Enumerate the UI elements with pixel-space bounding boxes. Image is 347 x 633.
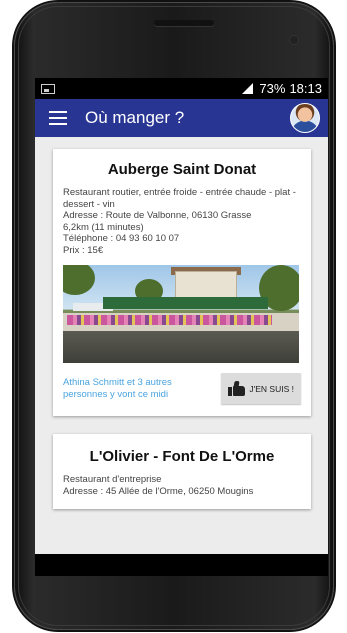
app-bar: Où manger ? <box>35 99 328 137</box>
clock: 18:13 <box>289 81 322 96</box>
restaurant-photo <box>63 265 299 363</box>
battery-level: 73% <box>259 81 286 96</box>
restaurant-description: Restaurant routier, entrée froide - entr… <box>63 187 296 210</box>
user-avatar[interactable] <box>290 103 320 133</box>
join-button-label: J'EN SUIS ! <box>249 383 294 394</box>
participants-link[interactable]: Athina Schmitt et 3 autres personnes y v… <box>63 377 201 401</box>
phone-screen: 73% 18:13 Où manger ? Auberge Saint Dona… <box>35 78 328 554</box>
restaurant-distance: 6,2km (11 minutes) <box>63 221 144 233</box>
status-bar: 73% 18:13 <box>35 78 328 99</box>
restaurant-phone: Téléphone : 04 93 60 10 07 <box>63 233 180 244</box>
navigation-bar <box>35 554 328 576</box>
app-title: Où manger ? <box>85 108 185 127</box>
restaurant-address: Adresse : 45 Allée de l'Orme, 06250 Moug… <box>63 485 254 497</box>
thumbs-up-icon <box>228 381 246 396</box>
status-indicators: 73% 18:13 <box>242 81 322 96</box>
restaurant-description: Restaurant d'entreprise <box>63 474 162 485</box>
signal-icon <box>242 83 254 94</box>
earpiece-speaker <box>154 20 214 26</box>
restaurant-address: Adresse : Route de Valbonne, 06130 Grass… <box>63 210 252 221</box>
hamburger-menu-icon[interactable] <box>49 111 67 125</box>
notification-image-icon <box>41 83 55 94</box>
front-camera <box>290 36 298 44</box>
restaurant-name: Auberge Saint Donat <box>107 161 257 178</box>
restaurant-list[interactable]: Auberge Saint Donat Restaurant routier, … <box>35 137 328 509</box>
restaurant-card[interactable]: Auberge Saint Donat Restaurant routier, … <box>53 149 311 416</box>
restaurant-price: Prix : 15€ <box>63 244 104 256</box>
card-footer: Athina Schmitt et 3 autres personnes y v… <box>63 373 301 404</box>
restaurant-card[interactable]: L'Olivier - Font De L'Orme Restaurant d'… <box>53 434 311 509</box>
restaurant-name: L'Olivier - Font De L'Orme <box>89 448 275 465</box>
join-button[interactable]: J'EN SUIS ! <box>221 373 301 404</box>
